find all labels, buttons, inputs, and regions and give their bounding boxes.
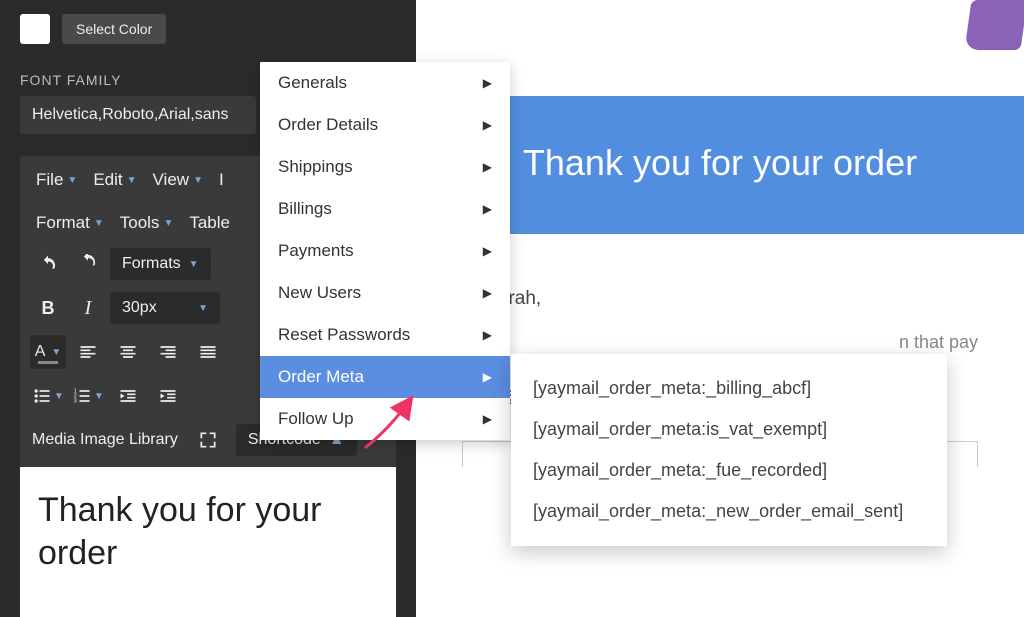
chevron-right-icon: ▶: [483, 286, 492, 300]
menu-table-label: Table: [189, 213, 230, 233]
dropdown-item-label: Generals: [278, 73, 347, 93]
color-row: Select Color: [0, 0, 416, 54]
redo-button[interactable]: [70, 247, 106, 281]
dropdown-item-label: New Users: [278, 283, 361, 303]
align-justify-button[interactable]: [190, 335, 226, 369]
formats-label: Formats: [122, 255, 181, 273]
menu-edit-label: Edit: [93, 170, 122, 190]
greeting-text: Hi Sarah,: [462, 284, 978, 314]
chevron-down-icon: ▼: [94, 391, 104, 402]
dropdown-item-generals[interactable]: Generals ▶: [260, 62, 510, 104]
chevron-right-icon: ▶: [483, 328, 492, 342]
undo-button[interactable]: [30, 247, 66, 281]
dropdown-item-label: Follow Up: [278, 409, 354, 429]
dropdown-item-label: Order Details: [278, 115, 378, 135]
menu-file[interactable]: File ▼: [30, 166, 83, 194]
menu-table[interactable]: Table: [183, 209, 236, 237]
brand-logo: [964, 0, 1024, 50]
menu-insert[interactable]: I: [213, 166, 230, 194]
menu-view[interactable]: View▼: [147, 166, 209, 194]
chevron-down-icon: ▼: [127, 175, 137, 186]
select-color-button[interactable]: Select Color: [62, 14, 166, 44]
chevron-down-icon: ▼: [189, 259, 199, 270]
chevron-down-icon: ▼: [94, 218, 104, 229]
chevron-down-icon: ▼: [67, 175, 77, 186]
align-left-button[interactable]: [70, 335, 106, 369]
dropdown-item-label: Payments: [278, 241, 354, 261]
font-size-select[interactable]: 30px ▼: [110, 292, 220, 324]
order-meta-submenu: [yaymail_order_meta:_billing_abcf][yayma…: [511, 354, 947, 546]
chevron-right-icon: ▶: [483, 76, 492, 90]
menu-insert-label: I: [219, 170, 224, 190]
left-panel: Select Color FONT FAMILY File▼ Edit▼ Vie…: [0, 0, 416, 617]
font-family-input[interactable]: [20, 96, 256, 134]
chevron-right-icon: ▶: [483, 370, 492, 384]
align-center-button[interactable]: [110, 335, 146, 369]
number-list-button[interactable]: 123▼: [70, 379, 106, 413]
chevron-down-icon: ▼: [163, 218, 173, 229]
dropdown-item-label: Shippings: [278, 157, 353, 177]
chevron-down-icon: ▼: [51, 347, 61, 358]
menu-format[interactable]: Format ▼: [30, 209, 110, 237]
submenu-item[interactable]: [yaymail_order_meta:_billing_abcf]: [511, 368, 947, 409]
submenu-item[interactable]: [yaymail_order_meta:_fue_recorded]: [511, 450, 947, 491]
dropdown-item-label: Reset Passwords: [278, 325, 410, 345]
menu-view-label: View: [153, 170, 190, 190]
menu-tools-label: Tools: [120, 213, 160, 233]
color-swatch[interactable]: [20, 14, 50, 44]
dropdown-item-reset-passwords[interactable]: Reset Passwords ▶: [260, 314, 510, 356]
chevron-right-icon: ▶: [483, 244, 492, 258]
chevron-right-icon: ▶: [483, 160, 492, 174]
dropdown-item-label: Order Meta: [278, 367, 364, 387]
dropdown-item-order-details[interactable]: Order Details ▶: [260, 104, 510, 146]
app-root: Select Color FONT FAMILY File▼ Edit▼ Vie…: [0, 0, 1024, 617]
italic-button[interactable]: I: [70, 291, 106, 325]
outdent-button[interactable]: [110, 379, 146, 413]
menu-format-label: Format: [36, 213, 90, 233]
font-size-value: 30px: [122, 299, 157, 317]
chevron-down-icon: ▼: [54, 391, 64, 402]
align-right-button[interactable]: [150, 335, 186, 369]
text-color-button[interactable]: A▼: [30, 335, 66, 369]
menu-tools[interactable]: Tools▼: [114, 209, 180, 237]
fullscreen-button[interactable]: [190, 423, 226, 457]
dropdown-item-payments[interactable]: Payments ▶: [260, 230, 510, 272]
note-partial: n that pay: [462, 328, 978, 357]
annotation-arrow: [355, 388, 425, 463]
media-library-button[interactable]: Media Image Library: [30, 427, 180, 453]
chevron-down-icon: ▼: [198, 303, 208, 314]
dropdown-item-billings[interactable]: Billings ▶: [260, 188, 510, 230]
chevron-down-icon: ▼: [193, 175, 203, 186]
bullet-list-button[interactable]: ▼: [30, 379, 66, 413]
editor-canvas[interactable]: Thank you for your order: [20, 467, 396, 617]
chevron-right-icon: ▶: [483, 202, 492, 216]
shortcode-dropdown: Generals▶Order Details▶Shippings▶Billing…: [260, 62, 510, 440]
dropdown-item-new-users[interactable]: New Users ▶: [260, 272, 510, 314]
submenu-item[interactable]: [yaymail_order_meta:is_vat_exempt]: [511, 409, 947, 450]
bold-button[interactable]: B: [30, 291, 66, 325]
submenu-item[interactable]: [yaymail_order_meta:_new_order_email_sen…: [511, 491, 947, 532]
dropdown-item-label: Billings: [278, 199, 332, 219]
dropdown-item-shippings[interactable]: Shippings ▶: [260, 146, 510, 188]
chevron-right-icon: ▶: [483, 412, 492, 426]
menu-edit[interactable]: Edit ▼: [87, 166, 142, 194]
menu-file-label: File: [36, 170, 63, 190]
svg-text:3: 3: [74, 399, 77, 405]
chevron-right-icon: ▶: [483, 118, 492, 132]
formats-select[interactable]: Formats ▼: [110, 248, 211, 280]
indent-button[interactable]: [150, 379, 186, 413]
